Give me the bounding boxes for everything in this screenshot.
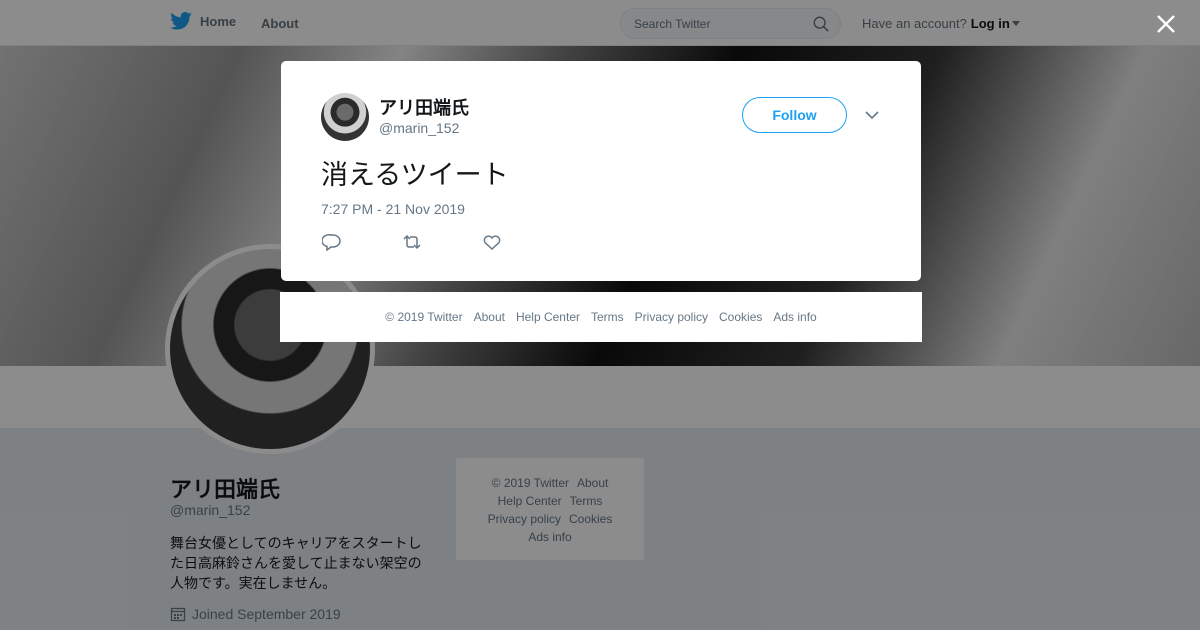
footer-privacy[interactable]: Privacy policy xyxy=(635,310,708,324)
close-icon[interactable] xyxy=(1155,13,1177,35)
tweet-author-name[interactable]: アリ田端氏 xyxy=(379,94,469,120)
heart-icon[interactable] xyxy=(482,233,502,251)
follow-button[interactable]: Follow xyxy=(742,97,847,133)
tweet-author-handle[interactable]: @marin_152 xyxy=(379,120,459,136)
footer-cookies[interactable]: Cookies xyxy=(719,310,762,324)
retweet-icon[interactable] xyxy=(402,233,422,251)
footer-ads[interactable]: Ads info xyxy=(773,310,816,324)
tweet-modal: アリ田端氏 @marin_152 Follow 消えるツイート 7:27 PM … xyxy=(281,61,921,281)
tweet-text: 消えるツイート xyxy=(321,160,509,190)
reply-icon[interactable] xyxy=(322,233,342,251)
tweet-avatar[interactable] xyxy=(321,93,369,141)
modal-footer: © 2019 Twitter About Help Center Terms P… xyxy=(280,292,922,342)
tweet-timestamp[interactable]: 7:27 PM - 21 Nov 2019 xyxy=(321,201,465,217)
footer-copyright: © 2019 Twitter xyxy=(385,310,463,324)
footer-terms[interactable]: Terms xyxy=(591,310,624,324)
footer-about[interactable]: About xyxy=(474,310,505,324)
footer-help[interactable]: Help Center xyxy=(516,310,580,324)
chevron-down-icon[interactable] xyxy=(864,109,880,121)
